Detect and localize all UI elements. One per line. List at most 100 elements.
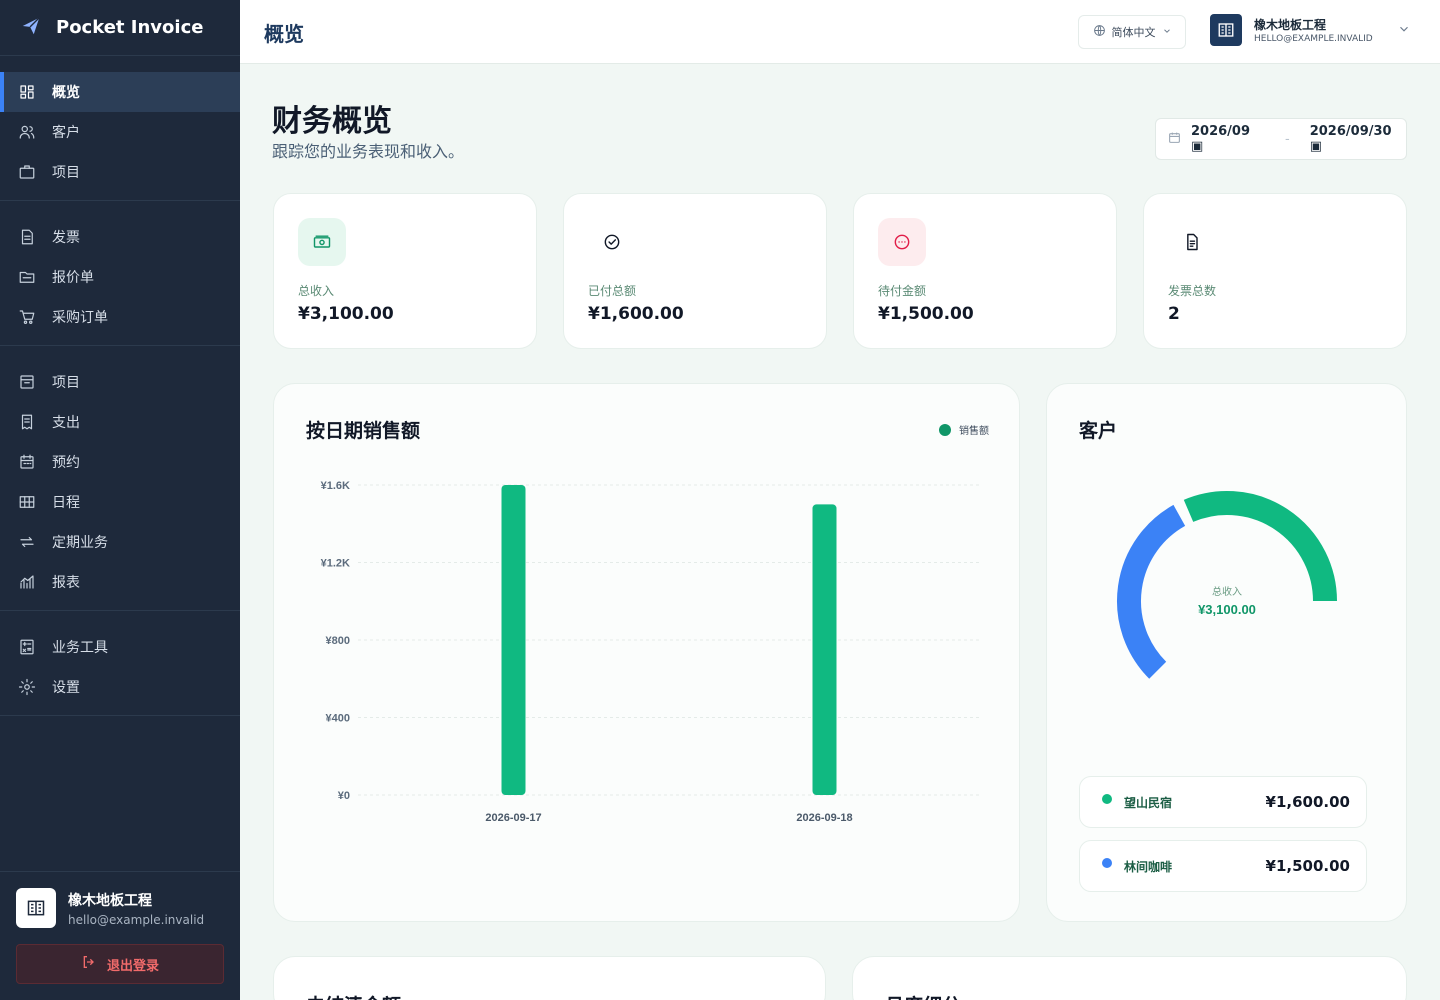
customer-name: 林间咖啡 <box>1124 859 1173 874</box>
customers-donut-chart: 总收入 ¥3,100.00 <box>1117 491 1337 679</box>
x-tick-label: 2026-09-17 <box>485 812 541 824</box>
page-header-title: 概览 <box>264 22 304 46</box>
stat-label: 总收入 <box>298 284 335 298</box>
calendar-icon <box>1168 131 1181 148</box>
sidebar-item[interactable]: 设置 <box>0 667 240 707</box>
account-name: 橡木地板工程 <box>68 892 152 909</box>
outstanding-panel: 未结清金额 <box>273 956 826 1000</box>
nav-group: 发票报价单采购订单 <box>0 201 240 346</box>
customer-row[interactable]: 望山民宿 ¥1,600.00 <box>1079 776 1367 828</box>
customer-name: 望山民宿 <box>1124 795 1173 810</box>
stat-label: 发票总数 <box>1168 284 1217 298</box>
org-switcher[interactable]: 橡木地板工程 HELLO@EXAMPLE.INVALID <box>1210 14 1411 46</box>
date-from-input[interactable]: 2026/09 ▣ <box>1191 124 1265 154</box>
date-range-picker[interactable]: 2026/09 ▣ - 2026/09/30 ▣ <box>1155 118 1407 160</box>
sidebar-item[interactable]: 业务工具 <box>0 627 240 667</box>
sidebar-item[interactable]: 日程 <box>0 482 240 522</box>
stat-value: ¥3,100.00 <box>298 304 394 324</box>
sidebar-item-label: 支出 <box>52 415 80 431</box>
sidebar-item[interactable]: 客户 <box>0 112 240 152</box>
repeat-icon <box>18 533 36 551</box>
customer-row[interactable]: 林间咖啡 ¥1,500.00 <box>1079 840 1367 892</box>
folder-icon <box>18 268 36 286</box>
paper-plane-icon <box>20 15 42 41</box>
nav-group: 概览 客户 项目 <box>0 56 240 201</box>
sidebar-item[interactable]: 预约 <box>0 442 240 482</box>
nav-group: 项目支出预约日程定期业务报表 <box>0 346 240 611</box>
account-email: hello@example.invalid <box>68 912 205 927</box>
donut-slice[interactable] <box>1117 504 1186 679</box>
monthly-breakdown-title: 月度细分 <box>885 991 961 1000</box>
sidebar-item-label: 定期业务 <box>52 535 108 551</box>
sidebar-item[interactable]: 项目 <box>0 362 240 402</box>
top-bar: 概览 简体中文 橡木地板工程 HELLO@EXAMPLE.INVALID <box>240 0 1440 64</box>
customer-swatch <box>1102 794 1112 804</box>
sidebar-item[interactable]: 支出 <box>0 402 240 442</box>
sidebar-item-label: 设置 <box>52 680 80 696</box>
cart-icon <box>18 308 36 326</box>
nav-group: 业务工具设置 <box>0 611 240 716</box>
sidebar-item-label: 概览 <box>52 85 80 101</box>
document-icon <box>18 228 36 246</box>
calendar-icon: ▣ <box>1191 139 1204 154</box>
archive-icon <box>18 373 36 391</box>
sidebar: Pocket Invoice 概览 客户 项目 发票 报价单 采购订单 项目 支出 预约 日程 定期… <box>0 0 240 1000</box>
sidebar-item-label: 客户 <box>52 125 80 141</box>
y-tick-label: ¥800 <box>326 635 350 647</box>
sidebar-item[interactable]: 定期业务 <box>0 522 240 562</box>
bar[interactable] <box>812 504 837 795</box>
date-to-input[interactable]: 2026/09/30 ▣ <box>1310 124 1406 154</box>
customers-panel-title: 客户 <box>1079 420 1118 442</box>
sales-bar-chart: ¥0 ¥400 ¥800 ¥1.2K ¥1.6K 2026-09-17 2026-09-18 <box>321 480 980 824</box>
page-subtitle: 跟踪您的业务表现和收入。 <box>272 142 465 161</box>
sidebar-item[interactable]: 概览 <box>0 72 240 112</box>
customer-amount: ¥1,500.00 <box>1265 857 1350 875</box>
sidebar-item-label: 日程 <box>52 495 80 511</box>
date-separator: - <box>1285 131 1290 147</box>
stat-value: ¥1,600.00 <box>588 304 684 324</box>
customer-amount: ¥1,600.00 <box>1265 793 1350 811</box>
org-name: 橡木地板工程 <box>1254 18 1327 32</box>
x-tick-label: 2026-09-18 <box>796 812 852 824</box>
globe-icon <box>1093 24 1106 40</box>
users-icon <box>18 123 36 141</box>
pending-icon <box>878 218 926 266</box>
bar[interactable] <box>501 485 526 795</box>
building-icon <box>16 888 56 928</box>
receipt-icon <box>18 413 36 431</box>
logout-button[interactable]: 退出登录 <box>16 944 224 984</box>
sidebar-item[interactable]: 报表 <box>0 562 240 602</box>
calendar-icon <box>18 453 36 471</box>
app-name: Pocket Invoice <box>56 17 204 38</box>
brand[interactable]: Pocket Invoice <box>0 0 240 56</box>
chart-icon <box>18 573 36 591</box>
sidebar-item[interactable]: 采购订单 <box>0 297 240 337</box>
sidebar-item[interactable]: 报价单 <box>0 257 240 297</box>
calculator-icon <box>18 638 36 656</box>
sales-by-date-panel: 按日期销售额 销售额 ¥0 ¥400 ¥800 ¥1.2K ¥1.6K 2026-09-1… <box>273 383 1020 922</box>
customers-panel: 客户 总收入 ¥3,100.00 望山民宿 ¥1,600.00 林间咖啡 ¥1,5… <box>1046 383 1407 922</box>
dashboard-icon <box>18 83 36 101</box>
sidebar-nav: 概览 客户 项目 发票 报价单 采购订单 项目 支出 预约 日程 定期业务 报表 业务工具 设置 <box>0 56 240 716</box>
sidebar-item[interactable]: 发票 <box>0 217 240 257</box>
language-label: 简体中文 <box>1111 26 1156 39</box>
stat-card: 总收入 ¥3,100.00 <box>273 193 537 349</box>
sidebar-item-label: 项目 <box>52 165 80 181</box>
sidebar-item-label: 预约 <box>52 455 80 471</box>
account-card[interactable]: 橡木地板工程 hello@example.invalid <box>16 888 224 928</box>
outstanding-title: 未结清金额 <box>306 991 401 1000</box>
monthly-breakdown-panel: 月度细分 <box>852 956 1407 1000</box>
donut-center-value: ¥3,100.00 <box>1198 602 1256 617</box>
stat-label: 已付总额 <box>588 284 637 298</box>
stat-card: 待付金额 ¥1,500.00 <box>853 193 1117 349</box>
calendar-icon: ▣ <box>1309 139 1323 154</box>
gear-icon <box>18 678 36 696</box>
sidebar-item[interactable]: 项目 <box>0 152 240 192</box>
sidebar-item-label: 报价单 <box>52 270 94 286</box>
y-tick-label: ¥1.2K <box>321 558 350 570</box>
sidebar-item-label: 项目 <box>52 375 80 391</box>
sidebar-item-label: 发票 <box>52 230 80 246</box>
check-circle-icon <box>588 218 636 266</box>
donut-slice[interactable] <box>1183 491 1337 602</box>
language-selector[interactable]: 简体中文 <box>1078 15 1186 49</box>
